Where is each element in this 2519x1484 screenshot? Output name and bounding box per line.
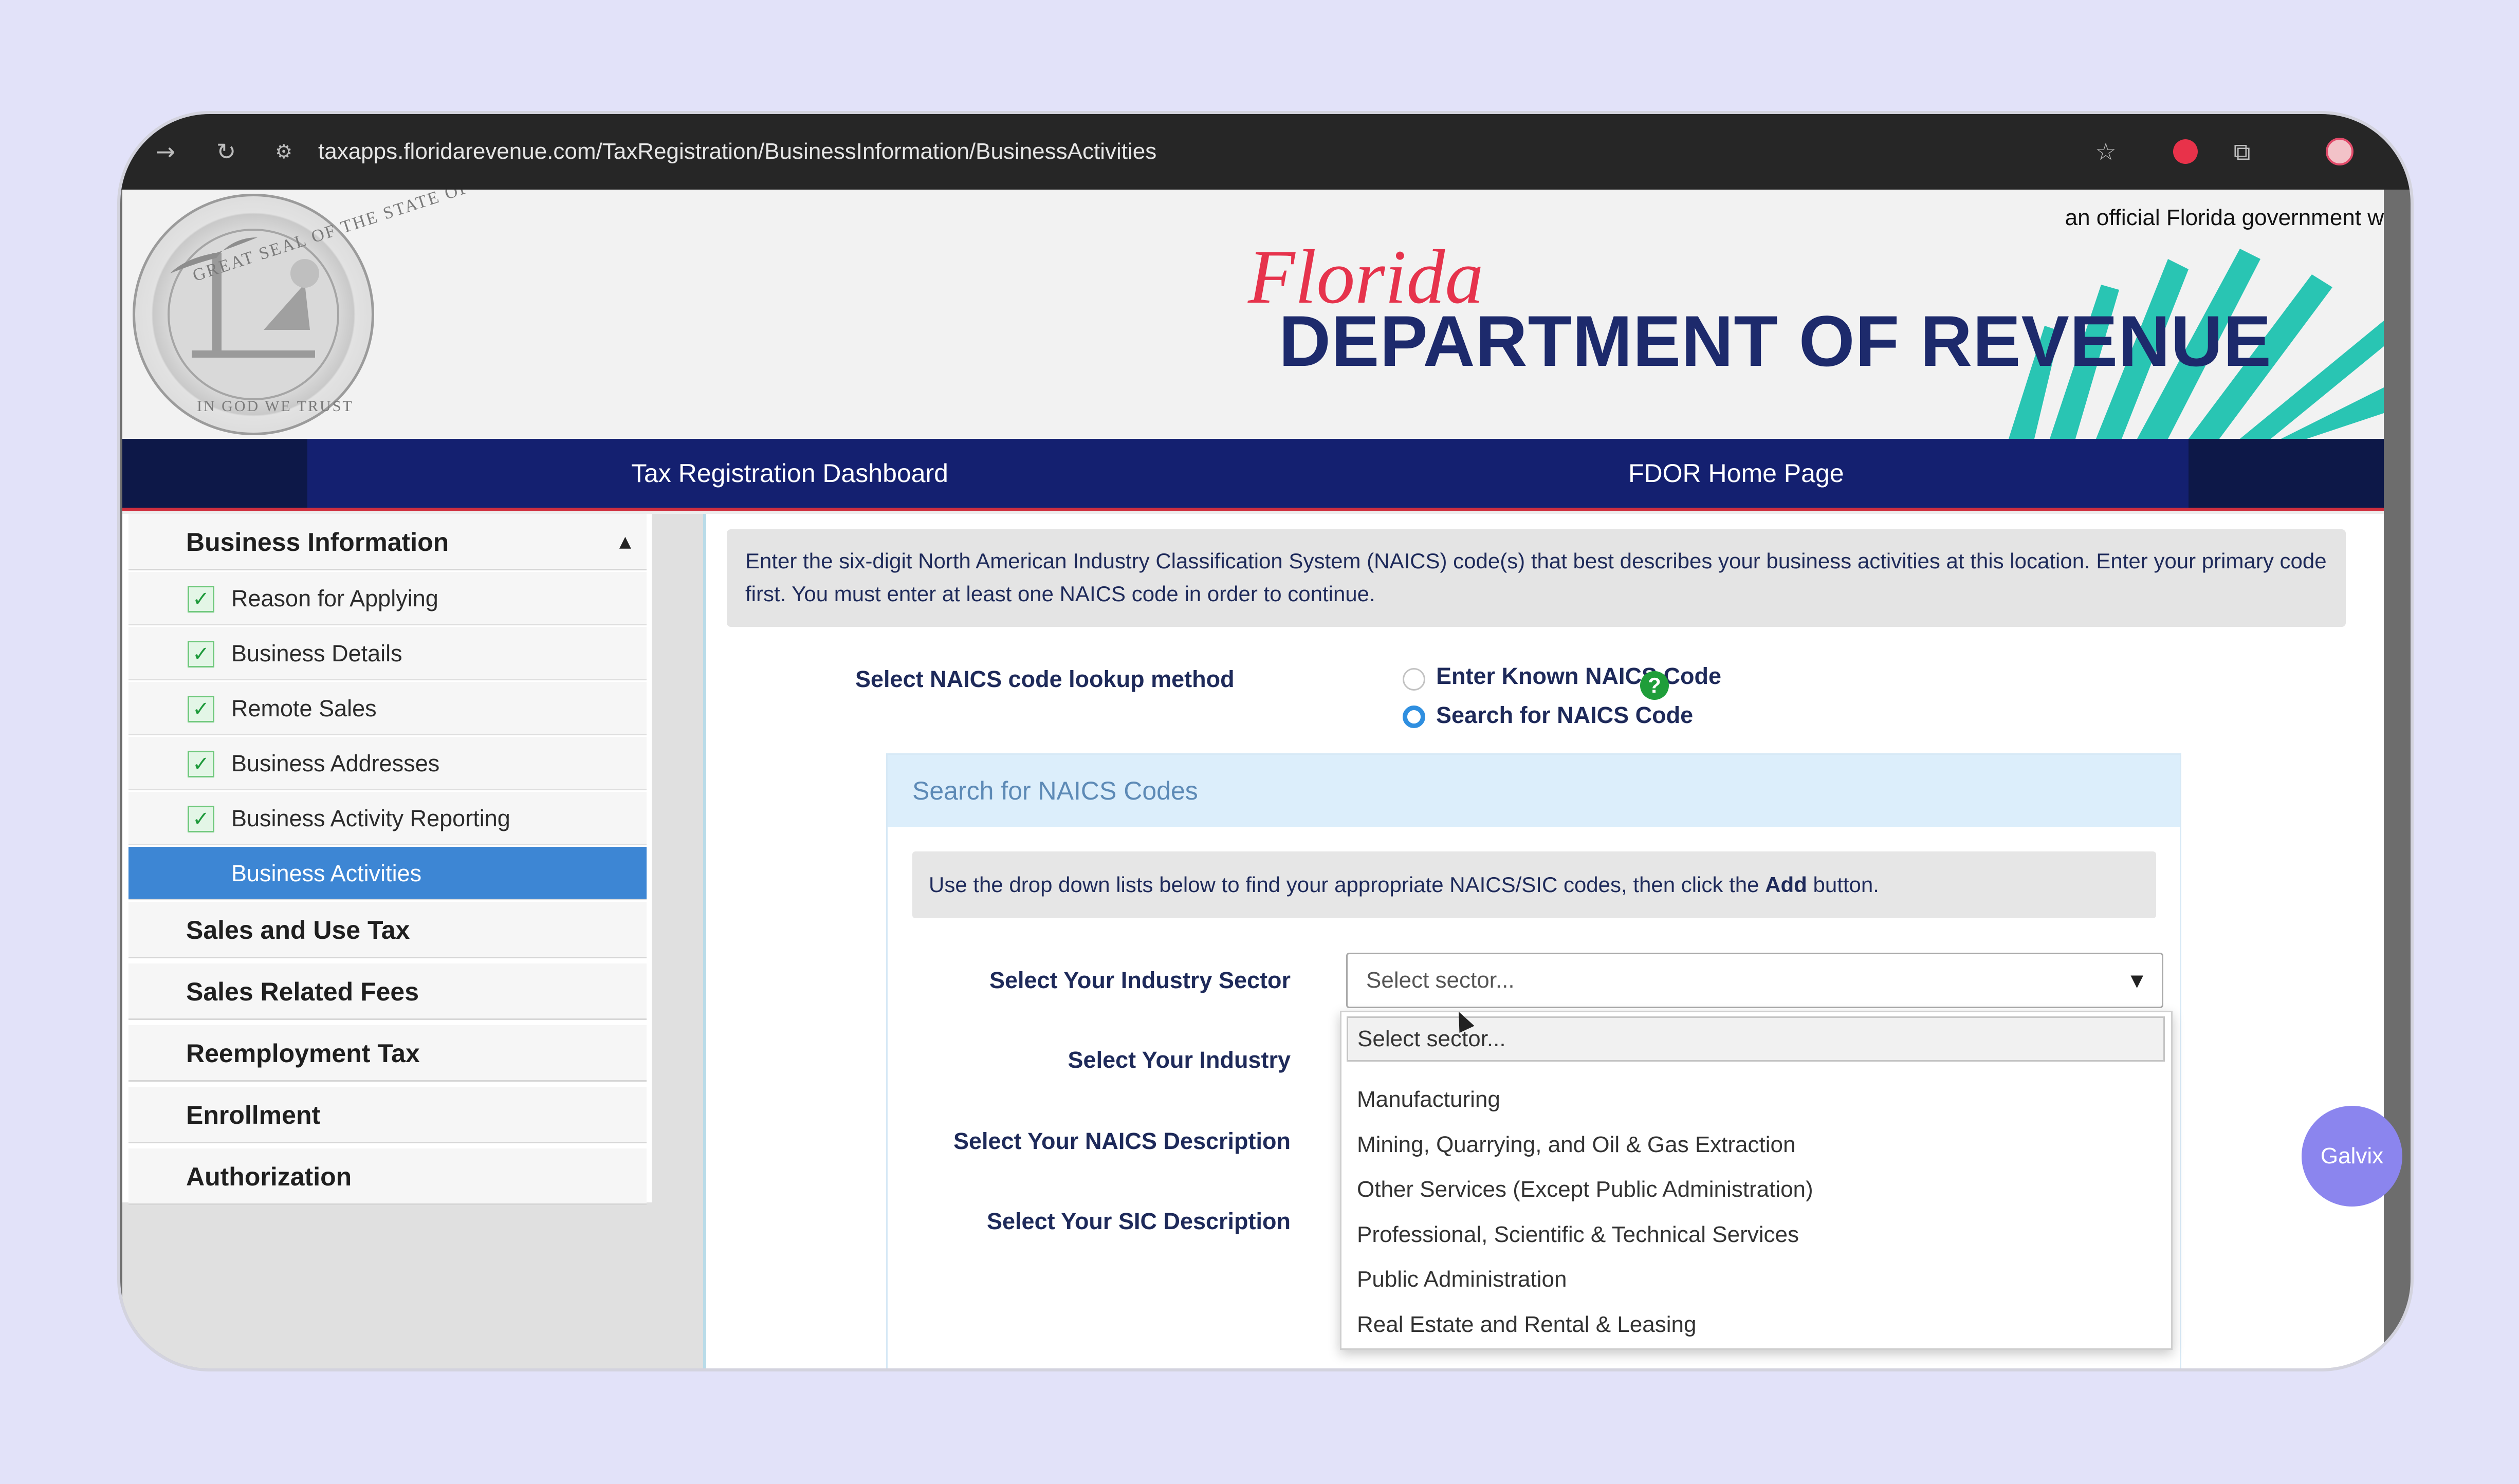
checkbox-checked-icon: ✓ [188, 696, 214, 722]
naics-description-label: Select Your NAICS Description [953, 1128, 1291, 1154]
sidebar-section-reemployment-tax[interactable]: Reemployment Tax [128, 1025, 647, 1082]
radio-search-naics-label[interactable]: Search for NAICS Code [1436, 702, 1693, 729]
nav-tax-registration-dashboard[interactable]: Tax Registration Dashboard [631, 439, 948, 508]
sidebar-section-sales-and-use-tax[interactable]: Sales and Use Tax [128, 902, 647, 958]
navbar-right-block [2189, 439, 2384, 508]
select-value: Select sector... [1366, 968, 1515, 993]
sidebar-section-sales-related-fees[interactable]: Sales Related Fees [128, 963, 647, 1020]
help-icon[interactable]: ? [1640, 671, 1669, 700]
main-navbar: Tax Registration Dashboard FDOR Home Pag… [122, 439, 2384, 511]
dropdown-option[interactable]: Public Administration [1357, 1267, 1567, 1292]
site-settings-icon[interactable]: ⚙ [269, 137, 298, 166]
sidebar-item-business-activity-reporting[interactable]: ✓ Business Activity Reporting [128, 792, 647, 845]
dropdown-option[interactable]: Mining, Quarrying, and Oil & Gas Extract… [1357, 1132, 1795, 1158]
naics-instructions: Enter the six-digit North American Indus… [727, 529, 2346, 627]
nav-fdor-home-page[interactable]: FDOR Home Page [1628, 439, 1844, 508]
chevron-down-icon: ▼ [2130, 971, 2143, 990]
panel-title: Search for NAICS Codes [888, 755, 2180, 827]
sidebar-section-label: Sales Related Fees [186, 977, 419, 1006]
star-icon[interactable]: ☆ [2091, 137, 2120, 166]
dropdown-option[interactable]: Professional, Scientific & Technical Ser… [1357, 1222, 1799, 1248]
sidebar-section-enrollment[interactable]: Enrollment [128, 1087, 647, 1143]
web-page: GREAT SEAL OF THE STATE OF FLORIDA IN GO… [122, 190, 2384, 1368]
dropdown-hint: Use the drop down lists below to find yo… [912, 851, 2156, 918]
dropdown-option[interactable]: Other Services (Except Public Administra… [1357, 1177, 1813, 1202]
sidebar-section-label: Business Information [186, 528, 449, 556]
checkbox-checked-icon: ✓ [188, 806, 214, 832]
galvix-badge[interactable]: Galvix [2302, 1106, 2402, 1207]
sidebar-section-label: Enrollment [186, 1101, 321, 1129]
sidebar-section-label: Sales and Use Tax [186, 916, 410, 944]
dropdown-option[interactable]: Real Estate and Rental & Leasing [1357, 1312, 1696, 1338]
extension-red-icon[interactable] [2171, 137, 2200, 166]
navbar-left-block [122, 439, 307, 508]
browser-window: → ↻ ⚙ taxapps.floridarevenue.com/TaxRegi… [117, 111, 2414, 1371]
sidebar-item-remote-sales[interactable]: ✓ Remote Sales [128, 682, 647, 735]
sidebar-item-label: Business Details [231, 640, 402, 666]
sidebar: Business Information ▲ ✓ Reason for Appl… [122, 514, 703, 1368]
sidebar-item-business-addresses[interactable]: ✓ Business Addresses [128, 737, 647, 790]
state-seal-logo: GREAT SEAL OF THE STATE OF FLORIDA IN GO… [133, 190, 560, 435]
industry-label: Select Your Industry [1068, 1047, 1291, 1073]
sic-description-label: Select Your SIC Description [987, 1208, 1291, 1234]
sidebar-menu: Business Information ▲ ✓ Reason for Appl… [122, 514, 652, 1205]
sidebar-item-label: Business Activities [231, 860, 422, 886]
sidebar-item-business-details[interactable]: ✓ Business Details [128, 627, 647, 680]
sidebar-section-authorization[interactable]: Authorization [128, 1148, 647, 1205]
profile-avatar-icon[interactable] [2325, 137, 2354, 166]
sidebar-item-label: Remote Sales [231, 695, 377, 721]
hint-text: Use the drop down lists below to find yo… [929, 873, 1766, 897]
puzzle-icon[interactable]: ⧉ [2228, 137, 2256, 166]
caret-up-icon: ▲ [619, 533, 631, 551]
sidebar-item-label: Business Activity Reporting [231, 805, 510, 831]
hint-text-end: button. [1807, 873, 1879, 897]
radio-search-naics[interactable] [1403, 706, 1425, 728]
main-content: Enter the six-digit North American Indus… [703, 514, 2384, 1368]
dropdown-option[interactable]: Manufacturing [1357, 1087, 1500, 1112]
industry-sector-label: Select Your Industry Sector [989, 967, 1291, 993]
address-bar[interactable]: taxapps.floridarevenue.com/TaxRegistrati… [318, 133, 1156, 171]
radio-enter-known-naics-label[interactable]: Enter Known NAICS Code [1436, 663, 1721, 690]
sidebar-item-business-activities[interactable]: Business Activities [128, 847, 647, 900]
seal-text-bottom: IN GOD WE TRUST [197, 398, 354, 415]
sidebar-section-label: Reemployment Tax [186, 1039, 420, 1068]
radio-enter-known-naics[interactable] [1403, 668, 1425, 691]
checkbox-checked-icon: ✓ [188, 751, 214, 777]
logo-title: DEPARTMENT OF REVENUE [1279, 301, 2272, 381]
browser-toolbar: → ↻ ⚙ taxapps.floridarevenue.com/TaxRegi… [120, 114, 2411, 190]
industry-sector-select[interactable]: Select sector... ▼ [1346, 953, 2163, 1008]
sidebar-item-label: Reason for Applying [231, 585, 438, 611]
official-notice: an official Florida government w [2065, 205, 2384, 230]
site-header: GREAT SEAL OF THE STATE OF FLORIDA IN GO… [122, 190, 2384, 439]
sidebar-section-business-information[interactable]: Business Information ▲ [128, 514, 647, 570]
checkbox-checked-icon: ✓ [188, 641, 214, 667]
naics-search-panel: Search for NAICS Codes Use the drop down… [886, 753, 2181, 1368]
hint-add-emphasis: Add [1765, 873, 1807, 897]
lookup-method-label: Select NAICS code lookup method [855, 666, 1235, 692]
sector-dropdown-list: Select sector... Manufacturing Mining, Q… [1340, 1011, 2173, 1350]
reload-icon[interactable]: ↻ [212, 137, 241, 166]
arrow-right-icon[interactable]: → [151, 137, 180, 166]
sidebar-item-label: Business Addresses [231, 750, 440, 776]
sidebar-section-label: Authorization [186, 1162, 352, 1191]
checkbox-checked-icon: ✓ [188, 586, 214, 613]
sidebar-item-reason-for-applying[interactable]: ✓ Reason for Applying [128, 572, 647, 625]
